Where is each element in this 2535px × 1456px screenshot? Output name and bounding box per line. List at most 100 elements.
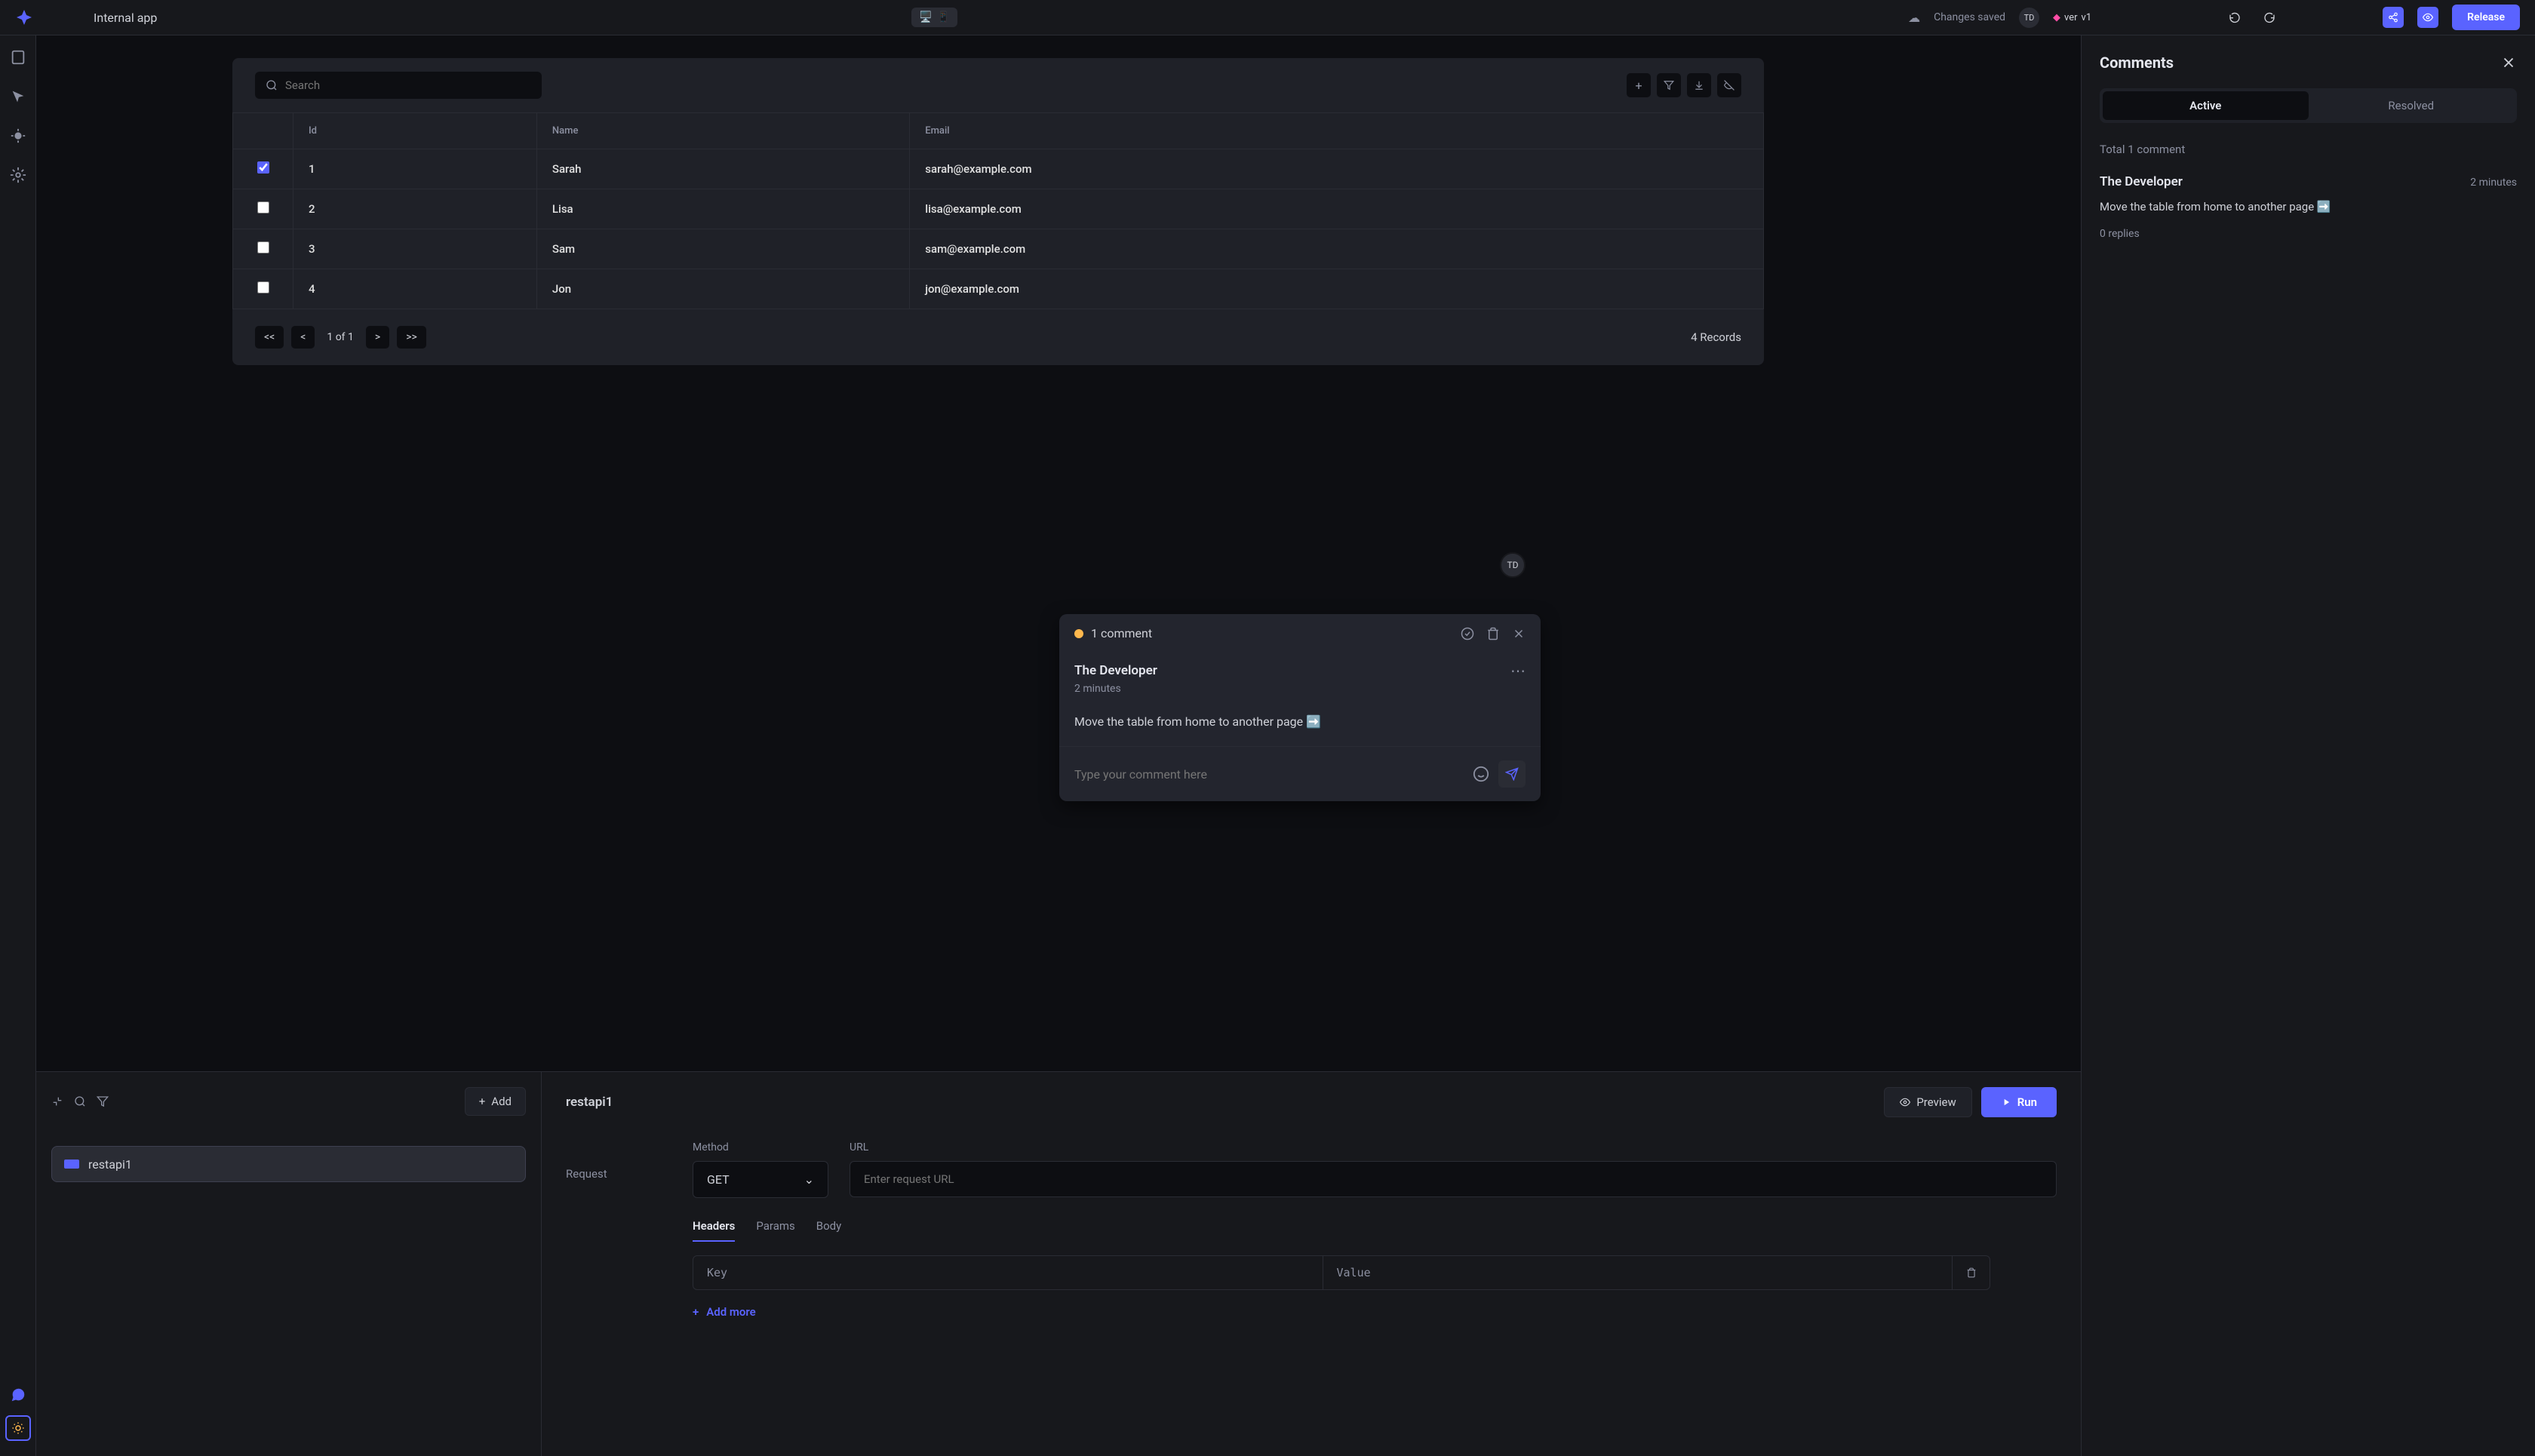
- cell-name: Jon: [536, 269, 909, 309]
- comment-time: 2 minutes: [1074, 683, 1526, 695]
- col-email[interactable]: Email: [910, 113, 1764, 149]
- download-icon[interactable]: [1687, 73, 1711, 97]
- comments-sidebar: Comments Active Resolved Total 1 comment…: [2081, 35, 2535, 1456]
- sidebar-comment-item[interactable]: The Developer 2 minutes Move the table f…: [2100, 174, 2517, 240]
- user-avatar[interactable]: TD: [2019, 8, 2039, 28]
- method-label: Method: [693, 1141, 828, 1153]
- comments-title: Comments: [2100, 54, 2174, 72]
- check-all-header: [233, 113, 293, 149]
- tab-body[interactable]: Body: [816, 1219, 841, 1242]
- row-checkbox[interactable]: [257, 281, 269, 293]
- close-sidebar-icon[interactable]: [2500, 54, 2517, 71]
- cell-email: sarah@example.com: [910, 149, 1764, 189]
- preview-eye-icon[interactable]: [2417, 7, 2438, 28]
- cell-name: Sam: [536, 229, 909, 269]
- add-query-button[interactable]: +Add: [465, 1087, 526, 1116]
- header-row: Key Value: [693, 1255, 1990, 1290]
- resolve-icon[interactable]: [1461, 627, 1474, 640]
- collapse-icon[interactable]: [51, 1095, 63, 1107]
- redo-icon[interactable]: [2259, 7, 2280, 28]
- page-first-button[interactable]: <<: [255, 326, 284, 349]
- comment-author: The Developer: [1074, 663, 1157, 678]
- row-checkbox[interactable]: [257, 241, 269, 253]
- save-status: Changes saved: [1934, 11, 2005, 23]
- preview-button[interactable]: Preview: [1884, 1087, 1971, 1117]
- left-rail: [0, 35, 36, 1456]
- table-row[interactable]: 1 Sarah sarah@example.com: [233, 149, 1764, 189]
- app-title: Internal app: [94, 11, 157, 25]
- cell-email: sam@example.com: [910, 229, 1764, 269]
- table-row[interactable]: 3 Sam sam@example.com: [233, 229, 1764, 269]
- seg-resolved[interactable]: Resolved: [2309, 91, 2515, 120]
- reply-input[interactable]: [1074, 767, 1464, 782]
- page-prev-button[interactable]: <: [291, 326, 315, 349]
- delete-header-icon[interactable]: [1952, 1256, 1990, 1289]
- cell-name: Sarah: [536, 149, 909, 189]
- tab-headers[interactable]: Headers: [693, 1219, 735, 1242]
- query-item-restapi1[interactable]: restapi1: [51, 1146, 526, 1182]
- settings-icon[interactable]: [10, 167, 26, 183]
- cell-email: lisa@example.com: [910, 189, 1764, 229]
- hide-columns-icon[interactable]: [1717, 73, 1741, 97]
- rest-badge-icon: [64, 1160, 79, 1169]
- search-queries-icon[interactable]: [74, 1095, 86, 1107]
- run-button[interactable]: Run: [1981, 1087, 2057, 1117]
- send-button[interactable]: [1498, 760, 1526, 788]
- cell-id: 3: [293, 229, 537, 269]
- comment-bubble-icon[interactable]: [10, 1387, 26, 1403]
- header-value-input[interactable]: Value: [1323, 1256, 1953, 1289]
- cell-email: jon@example.com: [910, 269, 1764, 309]
- device-toggle[interactable]: 🖥️📱: [911, 8, 957, 27]
- add-row-icon[interactable]: +: [1627, 73, 1651, 97]
- rocket-icon[interactable]: [15, 8, 33, 26]
- release-button[interactable]: Release: [2452, 5, 2520, 30]
- search-input[interactable]: [255, 72, 542, 99]
- more-icon[interactable]: ⋯: [1510, 662, 1526, 680]
- sidebar-comment-author: The Developer: [2100, 174, 2183, 189]
- data-table: Id Name Email 1 Sarah sarah@example.com …: [232, 112, 1764, 309]
- header-key-input[interactable]: Key: [693, 1256, 1323, 1289]
- close-icon[interactable]: [1512, 627, 1526, 640]
- url-input[interactable]: [850, 1161, 2057, 1197]
- table-row[interactable]: 4 Jon jon@example.com: [233, 269, 1764, 309]
- sidebar-comment-replies: 0 replies: [2100, 228, 2517, 240]
- page-last-button[interactable]: >>: [397, 326, 426, 349]
- comment-text: Move the table from home to another page…: [1074, 713, 1526, 731]
- col-id[interactable]: Id: [293, 113, 537, 149]
- row-checkbox[interactable]: [257, 161, 269, 174]
- theme-toggle-icon[interactable]: [5, 1415, 31, 1441]
- floating-comment-avatar[interactable]: TD: [1500, 552, 1526, 578]
- url-label: URL: [850, 1141, 2057, 1153]
- col-name[interactable]: Name: [536, 113, 909, 149]
- comments-filter-segment: Active Resolved: [2100, 88, 2517, 123]
- row-checkbox[interactable]: [257, 201, 269, 213]
- record-count: 4 Records: [1691, 330, 1741, 344]
- thread-count: 1 comment: [1091, 626, 1152, 640]
- page-info: 1 of 1: [327, 331, 354, 343]
- version-pill[interactable]: ◆ ver v1: [2053, 12, 2091, 23]
- search-icon: [266, 79, 278, 91]
- top-bar: Internal app 🖥️📱 ☁ Changes saved TD ◆ ve…: [0, 0, 2535, 35]
- page-next-button[interactable]: >: [366, 326, 389, 349]
- table-component[interactable]: + Id Name Email: [232, 58, 1764, 365]
- chevron-down-icon: ⌄: [804, 1172, 814, 1187]
- cell-id: 1: [293, 149, 537, 189]
- add-more-button[interactable]: +Add more: [693, 1305, 2057, 1319]
- debug-icon[interactable]: [10, 127, 26, 144]
- table-row[interactable]: 2 Lisa lisa@example.com: [233, 189, 1764, 229]
- undo-icon[interactable]: [2224, 7, 2245, 28]
- tab-params[interactable]: Params: [756, 1219, 794, 1242]
- delete-icon[interactable]: [1486, 627, 1500, 640]
- cursor-icon[interactable]: [10, 88, 26, 105]
- query-title: restapi1: [566, 1095, 613, 1110]
- sidebar-comment-text: Move the table from home to another page…: [2100, 198, 2517, 216]
- canvas[interactable]: + Id Name Email: [36, 35, 2081, 1071]
- emoji-icon[interactable]: [1473, 766, 1489, 782]
- filter-queries-icon[interactable]: [97, 1095, 109, 1107]
- filter-icon[interactable]: [1657, 73, 1681, 97]
- pages-icon[interactable]: [10, 49, 26, 66]
- method-select[interactable]: GET ⌄: [693, 1161, 828, 1198]
- seg-active[interactable]: Active: [2103, 91, 2309, 120]
- share-icon[interactable]: [2383, 7, 2404, 28]
- sidebar-comment-time: 2 minutes: [2470, 177, 2517, 189]
